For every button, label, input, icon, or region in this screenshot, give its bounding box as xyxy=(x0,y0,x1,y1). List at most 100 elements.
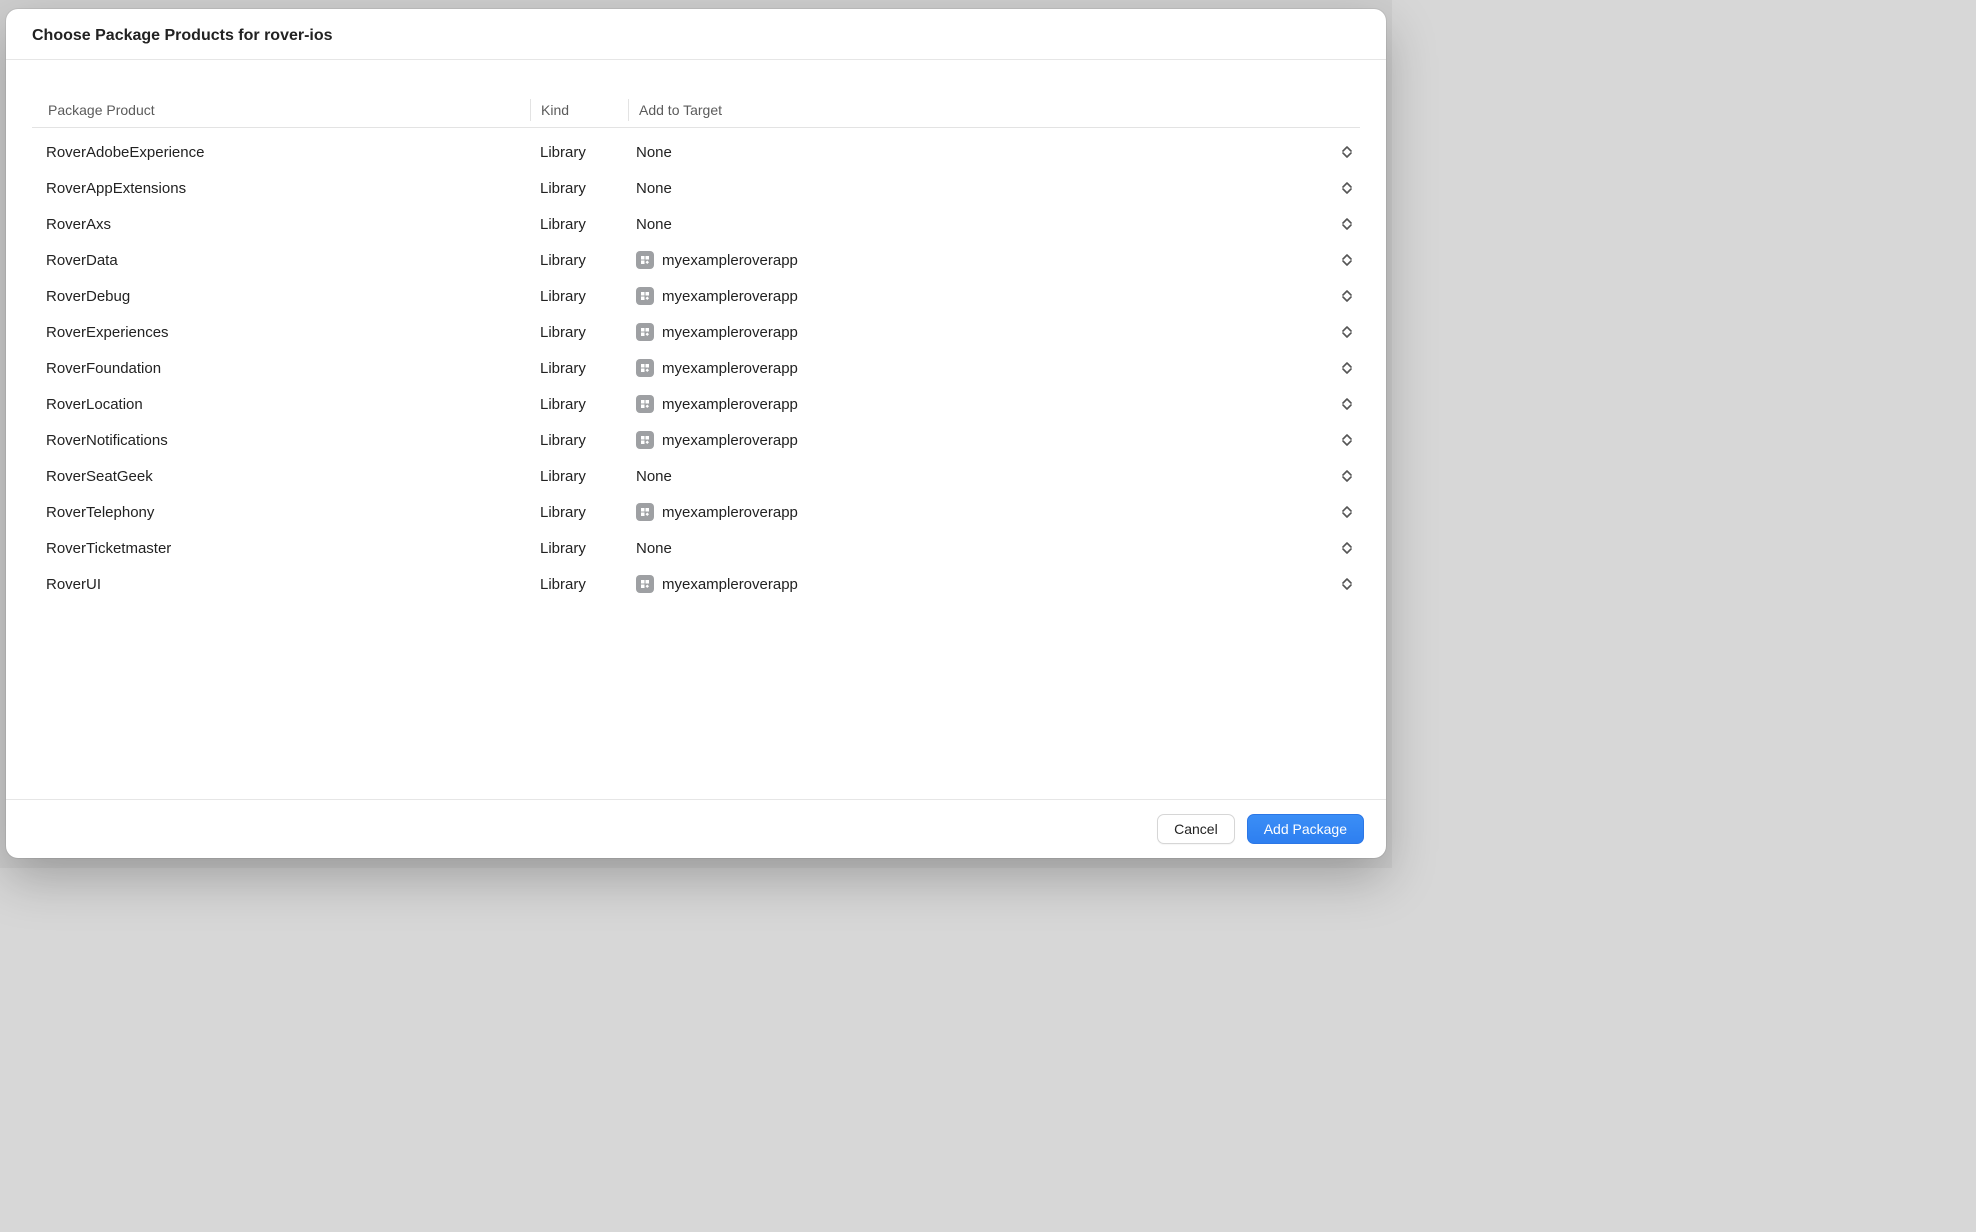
add-to-target-cell: None xyxy=(628,539,1360,557)
target-value: myexampleroverapp xyxy=(662,288,1332,305)
product-row[interactable]: RoverUILibrarymyexampleroverapp xyxy=(32,566,1360,602)
app-icon xyxy=(636,323,654,341)
product-row[interactable]: RoverSeatGeekLibrary None xyxy=(32,458,1360,494)
add-to-target-cell: None xyxy=(628,179,1360,197)
product-name: RoverAxs xyxy=(32,216,530,233)
column-header-target[interactable]: Add to Target xyxy=(628,99,1360,121)
add-to-target-select[interactable]: myexampleroverapp xyxy=(636,251,1354,269)
app-icon xyxy=(636,287,654,305)
add-to-target-select[interactable]: None xyxy=(636,467,1354,485)
chevron-up-down-icon xyxy=(1340,215,1354,233)
product-kind: Library xyxy=(530,432,628,449)
product-row[interactable]: RoverTicketmasterLibrary None xyxy=(32,530,1360,566)
product-kind: Library xyxy=(530,180,628,197)
add-to-target-select[interactable]: myexampleroverapp xyxy=(636,575,1354,593)
target-value: None xyxy=(636,540,1332,557)
add-to-target-select[interactable]: None xyxy=(636,143,1354,161)
target-value: myexampleroverapp xyxy=(662,396,1332,413)
add-to-target-cell: myexampleroverapp xyxy=(628,395,1360,413)
product-name: RoverUI xyxy=(32,576,530,593)
app-icon xyxy=(636,251,654,269)
add-to-target-cell: myexampleroverapp xyxy=(628,431,1360,449)
dialog-footer: Cancel Add Package xyxy=(6,799,1386,858)
product-kind: Library xyxy=(530,288,628,305)
cancel-button[interactable]: Cancel xyxy=(1157,814,1235,844)
add-to-target-cell: myexampleroverapp xyxy=(628,359,1360,377)
app-icon xyxy=(636,431,654,449)
target-value: myexampleroverapp xyxy=(662,432,1332,449)
add-to-target-select[interactable]: myexampleroverapp xyxy=(636,431,1354,449)
target-value: myexampleroverapp xyxy=(662,504,1332,521)
add-to-target-cell: myexampleroverapp xyxy=(628,323,1360,341)
product-name: RoverAppExtensions xyxy=(32,180,530,197)
choose-package-products-dialog: Choose Package Products for rover-ios Pa… xyxy=(6,9,1386,858)
target-value: None xyxy=(636,144,1332,161)
product-kind: Library xyxy=(530,252,628,269)
target-value: None xyxy=(636,216,1332,233)
column-header-product[interactable]: Package Product xyxy=(32,102,530,118)
add-to-target-select[interactable]: myexampleroverapp xyxy=(636,359,1354,377)
chevron-up-down-icon xyxy=(1340,539,1354,557)
chevron-up-down-icon xyxy=(1340,575,1354,593)
product-kind: Library xyxy=(530,360,628,377)
add-to-target-select[interactable]: myexampleroverapp xyxy=(636,503,1354,521)
product-row[interactable]: RoverExperiencesLibrarymyexampleroverapp xyxy=(32,314,1360,350)
product-row[interactable]: RoverNotificationsLibrary myexamplerovera… xyxy=(32,422,1360,458)
product-row[interactable]: RoverAppExtensionsLibrary None xyxy=(32,170,1360,206)
target-value: None xyxy=(636,468,1332,485)
product-row[interactable]: RoverLocationLibrary myexampleroverapp xyxy=(32,386,1360,422)
product-name: RoverNotifications xyxy=(32,432,530,449)
product-row[interactable]: RoverTelephonyLibrary myexampleroverapp xyxy=(32,494,1360,530)
product-name: RoverAdobeExperience xyxy=(32,144,530,161)
app-icon xyxy=(636,359,654,377)
add-to-target-select[interactable]: None xyxy=(636,539,1354,557)
product-name: RoverTelephony xyxy=(32,504,530,521)
add-to-target-cell: myexampleroverapp xyxy=(628,503,1360,521)
chevron-up-down-icon xyxy=(1340,467,1354,485)
chevron-up-down-icon xyxy=(1340,323,1354,341)
chevron-up-down-icon xyxy=(1340,431,1354,449)
product-name: RoverTicketmaster xyxy=(32,540,530,557)
target-value: myexampleroverapp xyxy=(662,576,1332,593)
product-kind: Library xyxy=(530,540,628,557)
product-row[interactable]: RoverDebugLibrary myexampleroverapp xyxy=(32,278,1360,314)
dialog-title: Choose Package Products for rover-ios xyxy=(32,27,1360,45)
add-to-target-select[interactable]: None xyxy=(636,215,1354,233)
product-name: RoverLocation xyxy=(32,396,530,413)
chevron-up-down-icon xyxy=(1340,143,1354,161)
add-to-target-cell: myexampleroverapp xyxy=(628,287,1360,305)
product-row[interactable]: RoverAxsLibrary None xyxy=(32,206,1360,242)
target-value: myexampleroverapp xyxy=(662,252,1332,269)
add-to-target-cell: myexampleroverapp xyxy=(628,251,1360,269)
product-row[interactable]: RoverDataLibrary myexampleroverapp xyxy=(32,242,1360,278)
app-icon xyxy=(636,575,654,593)
add-to-target-select[interactable]: myexampleroverapp xyxy=(636,323,1354,341)
product-name: RoverData xyxy=(32,252,530,269)
add-to-target-select[interactable]: myexampleroverapp xyxy=(636,395,1354,413)
add-to-target-select[interactable]: None xyxy=(636,179,1354,197)
dialog-body: Package Product Kind Add to Target Rover… xyxy=(6,60,1386,799)
column-header-kind[interactable]: Kind xyxy=(530,99,628,121)
product-kind: Library xyxy=(530,396,628,413)
product-row[interactable]: RoverFoundationLibrary myexampleroverapp xyxy=(32,350,1360,386)
product-name: RoverSeatGeek xyxy=(32,468,530,485)
products-table-header: Package Product Kind Add to Target xyxy=(32,92,1360,128)
add-to-target-cell: None xyxy=(628,467,1360,485)
product-row[interactable]: RoverAdobeExperienceLibraryNone xyxy=(32,134,1360,170)
target-value: myexampleroverapp xyxy=(662,360,1332,377)
add-to-target-cell: myexampleroverapp xyxy=(628,575,1360,593)
add-to-target-cell: None xyxy=(628,143,1360,161)
product-kind: Library xyxy=(530,504,628,521)
add-to-target-select[interactable]: myexampleroverapp xyxy=(636,287,1354,305)
product-kind: Library xyxy=(530,468,628,485)
product-name: RoverDebug xyxy=(32,288,530,305)
product-kind: Library xyxy=(530,216,628,233)
chevron-up-down-icon xyxy=(1340,287,1354,305)
add-package-button[interactable]: Add Package xyxy=(1247,814,1364,844)
product-name: RoverFoundation xyxy=(32,360,530,377)
target-value: None xyxy=(636,180,1332,197)
chevron-up-down-icon xyxy=(1340,503,1354,521)
target-value: myexampleroverapp xyxy=(662,324,1332,341)
add-to-target-cell: None xyxy=(628,215,1360,233)
app-icon xyxy=(636,395,654,413)
